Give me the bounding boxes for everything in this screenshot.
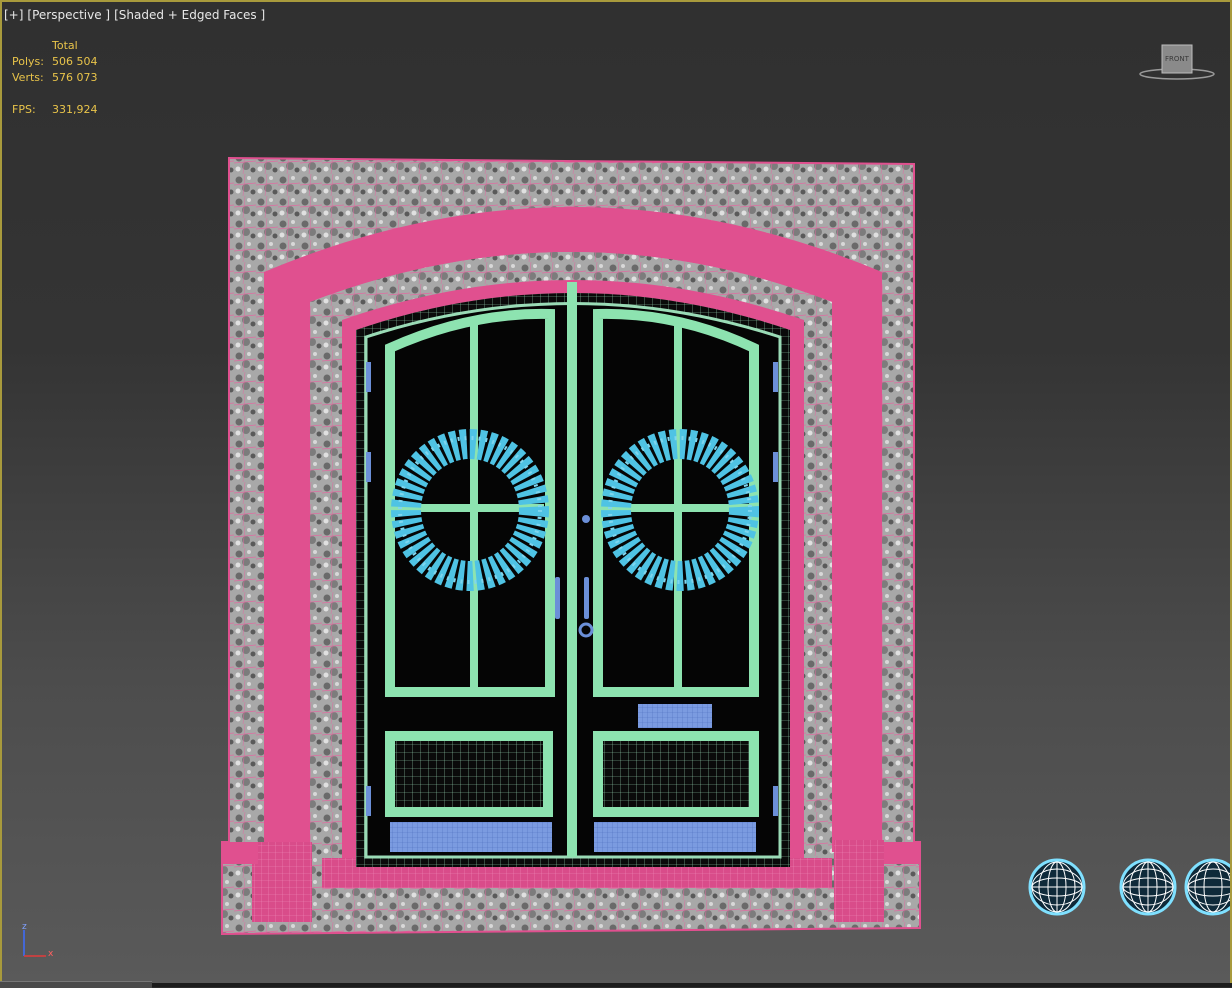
verts-value: 576 073	[52, 71, 98, 84]
polys-value: 506 504	[52, 55, 98, 68]
axis-z-label: z	[22, 922, 27, 932]
bottom-bar	[0, 983, 1232, 987]
polys-label: Polys:	[12, 55, 44, 68]
material-sphere-1[interactable]	[1028, 858, 1086, 916]
stats-header: Total	[52, 39, 78, 52]
door-model[interactable]	[212, 152, 932, 942]
viewport-plus-menu[interactable]: [+]	[4, 8, 23, 22]
fps-value: 331,924	[52, 103, 98, 116]
viewport-label-menu[interactable]: [+] [Perspective ] [Shaded + Edged Faces…	[4, 8, 265, 22]
perspective-viewport[interactable]: [+] [Perspective ] [Shaded + Edged Faces…	[0, 0, 1232, 987]
axis-tripod: z x	[22, 922, 54, 959]
verts-label: Verts:	[12, 71, 44, 84]
fps-label: FPS:	[12, 103, 36, 116]
material-sphere-2[interactable]	[1119, 858, 1177, 916]
viewcube[interactable]: FRONT	[1139, 42, 1215, 82]
axis-x-label: x	[48, 949, 54, 959]
viewcube-face-label: FRONT	[1165, 55, 1190, 63]
statistics-overlay: Total Polys: 506 504 Verts: 576 073 FPS: 33…	[12, 38, 98, 118]
viewport-shading-menu[interactable]: [Shaded + Edged Faces ]	[114, 8, 265, 22]
material-sphere-3[interactable]	[1184, 858, 1232, 916]
viewport-view-menu[interactable]: [Perspective ]	[27, 8, 110, 22]
